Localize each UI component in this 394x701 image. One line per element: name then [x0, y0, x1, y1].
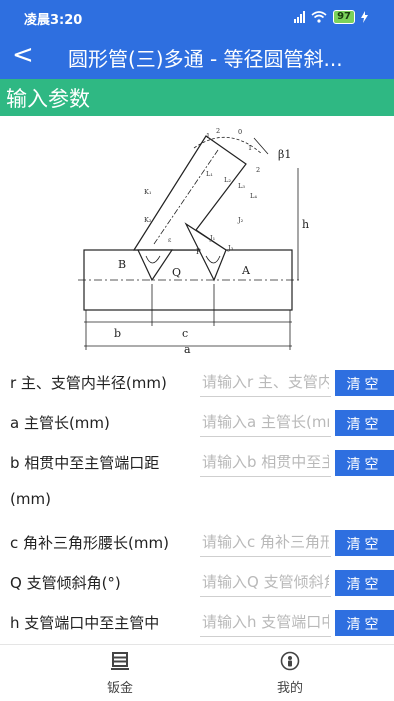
- field-label: Q 支管倾斜角(°): [10, 574, 121, 592]
- A-label: A: [241, 264, 251, 277]
- c-input[interactable]: [200, 528, 331, 557]
- clear-button[interactable]: 清空: [335, 610, 394, 636]
- tab-label: 我的: [276, 681, 303, 696]
- p-label: P: [196, 248, 201, 256]
- a-input[interactable]: [200, 408, 331, 437]
- tab-sheet-metal[interactable]: 钣金: [80, 651, 160, 696]
- B-label: B: [118, 258, 126, 271]
- field-label: r 主、支管内半径(mm): [10, 374, 167, 392]
- diagram-small-label: K₂: [144, 216, 152, 224]
- diagram-small-label: J₃: [227, 244, 234, 252]
- diagram-small-label: L₁: [206, 170, 213, 178]
- section-header: 输入参数: [0, 79, 394, 116]
- diagram-small-label: J₁: [209, 234, 216, 242]
- tab-mine[interactable]: 我的: [250, 651, 330, 696]
- clear-button[interactable]: 清空: [335, 410, 394, 436]
- Q-label: Q: [172, 266, 181, 279]
- diagram-small-label: L₂: [224, 176, 231, 184]
- diagram-small-label: L₄: [250, 192, 257, 200]
- field-label: b 相贯中至主管端口距: [10, 454, 160, 472]
- h-input[interactable]: [200, 608, 331, 637]
- tab-label: 钣金: [106, 681, 133, 696]
- field-label: c 角补三角形腰长(mm): [10, 534, 169, 552]
- pipe-tee-diagram: β1 h b c a B Q A P 1 2 0 1 2 K₁ K₂ L₁ L₂…: [78, 127, 309, 356]
- a-label: a: [184, 343, 191, 356]
- signal-icon: [294, 11, 306, 23]
- section-title: 输入参数: [6, 87, 90, 111]
- back-button[interactable]: <: [12, 40, 34, 70]
- h-label: h: [302, 218, 309, 231]
- clear-button[interactable]: 清空: [335, 570, 394, 596]
- diagram-small-label: 1: [206, 132, 210, 140]
- wifi-icon: [311, 11, 327, 23]
- diagram-small-label: K₁: [144, 188, 152, 196]
- bottom-tab-bar: 钣金 我的: [0, 644, 394, 701]
- charging-icon: [361, 11, 368, 23]
- sheet-metal-icon: [111, 652, 129, 670]
- field-label: h 支管端口中至主管中: [10, 614, 160, 632]
- b-input[interactable]: [200, 448, 331, 477]
- diagram-small-label: 1: [248, 144, 252, 152]
- status-bar: 凌晨3:20 97: [0, 0, 394, 34]
- status-icons: 97: [294, 9, 368, 25]
- diagram-small-label: 0: [238, 128, 242, 136]
- diagram-small-label: L₃: [238, 182, 245, 190]
- field-label: a 主管长(mm): [10, 414, 110, 432]
- r-input[interactable]: [200, 368, 331, 397]
- diagram-small-label: J₂: [237, 216, 244, 224]
- clear-button[interactable]: 清空: [335, 530, 394, 556]
- q-input[interactable]: [200, 568, 331, 597]
- field-label-unit: (mm): [10, 490, 51, 508]
- status-time: 凌晨3:20: [24, 13, 83, 28]
- beta1-label: β1: [278, 148, 291, 161]
- battery-icon: 97: [333, 10, 355, 24]
- c-label: c: [182, 327, 188, 340]
- clear-button[interactable]: 清空: [335, 450, 394, 476]
- diagram-small-label: 2: [256, 166, 260, 174]
- user-icon: [280, 651, 300, 671]
- clear-button[interactable]: 清空: [335, 370, 394, 396]
- app-bar: < 圆形管(三)多通 - 等径圆管斜...: [0, 34, 394, 79]
- diagram-small-label: 2: [216, 127, 220, 135]
- b-label: b: [114, 327, 121, 340]
- page-title: 圆形管(三)多通 - 等径圆管斜...: [68, 47, 343, 71]
